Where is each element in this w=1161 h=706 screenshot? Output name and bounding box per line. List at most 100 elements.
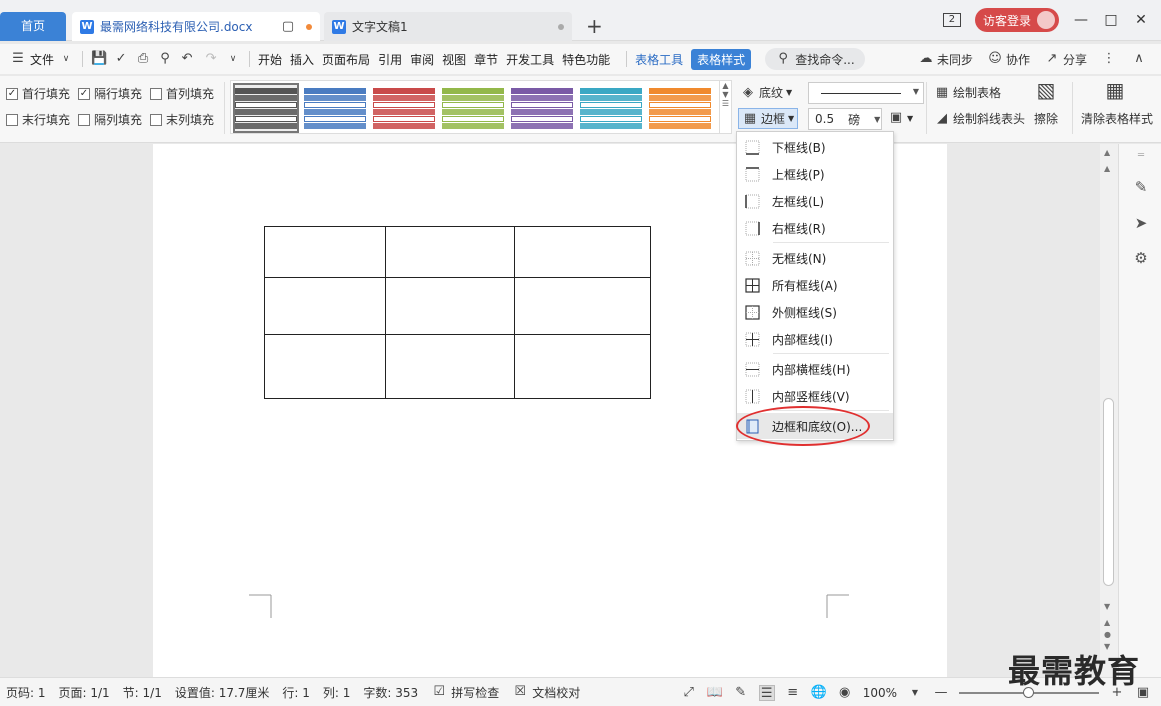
draw-table-button[interactable]: ▦ 绘制表格 xyxy=(934,84,1001,101)
status-column[interactable]: 列: 1 xyxy=(323,684,351,701)
page-select-icon[interactable]: ● xyxy=(1104,630,1111,639)
redo-icon[interactable]: ↷ xyxy=(203,51,219,67)
erase-button[interactable]: ▧ 擦除 xyxy=(1034,80,1058,127)
tab-document-2[interactable]: W 文字文稿1 xyxy=(324,12,572,41)
table-style-tile[interactable] xyxy=(373,85,435,131)
collapse-ribbon-icon[interactable]: ∧ xyxy=(1131,51,1147,67)
checkbox-first-column[interactable]: 首列填充 xyxy=(150,85,214,102)
menu-item-left-border[interactable]: 左框线(L) xyxy=(737,188,893,214)
window-count-badge[interactable]: 2 xyxy=(942,13,961,27)
panel-handle-icon[interactable]: ═ xyxy=(1131,150,1151,170)
new-tab-button[interactable]: + xyxy=(586,14,603,38)
page-view-icon[interactable]: ☰ xyxy=(758,684,775,701)
menu-item-right-border[interactable]: 右框线(R) xyxy=(737,215,893,241)
menu-table-tools[interactable]: 表格工具 xyxy=(635,51,683,68)
spell-check-button[interactable]: ☑ 拼写检查 xyxy=(431,684,499,701)
checkbox-first-row[interactable]: ✓ 首行填充 xyxy=(6,85,70,102)
menu-item-inside-horizontal[interactable]: 内部横框线(H) xyxy=(737,356,893,382)
file-menu[interactable]: ☰ 文件 ∨ xyxy=(10,51,74,68)
table-cell[interactable] xyxy=(514,226,651,278)
scrollbar-thumb[interactable] xyxy=(1103,398,1114,586)
scroll-down-arrow-icon[interactable]: ▼ xyxy=(1104,602,1110,611)
share-button[interactable]: ↗ 分享 xyxy=(1044,51,1087,68)
menu-start[interactable]: 开始 xyxy=(258,51,282,68)
collab-button[interactable]: ☺ 协作 xyxy=(987,51,1030,68)
checkbox-banded-rows[interactable]: ✓ 隔行填充 xyxy=(78,85,142,102)
sync-button[interactable]: ☁ 未同步 xyxy=(918,51,973,68)
status-word-count[interactable]: 字数: 353 xyxy=(363,684,418,701)
eye-protection-icon[interactable]: ◉ xyxy=(837,685,853,701)
menu-item-inside-borders[interactable]: 内部框线(I) xyxy=(737,326,893,352)
draw-diagonal-button[interactable]: ◢ 绘制斜线表头 xyxy=(934,110,1025,127)
doc-proof-button[interactable]: ☒ 文档校对 xyxy=(512,684,580,701)
table-cell[interactable] xyxy=(385,277,515,335)
menu-features[interactable]: 特色功能 xyxy=(562,51,610,68)
zoom-out-icon[interactable]: — xyxy=(933,685,949,701)
border-button[interactable]: ▦ 边框 ▼ xyxy=(738,108,799,129)
menu-insert[interactable]: 插入 xyxy=(290,51,314,68)
menu-view[interactable]: 视图 xyxy=(442,51,466,68)
zoom-dropdown-icon[interactable]: ▼ xyxy=(907,685,923,701)
monitor-icon[interactable]: ▢ xyxy=(280,19,296,35)
table-cell[interactable] xyxy=(264,334,386,399)
status-page-number[interactable]: 页码: 1 xyxy=(6,684,46,701)
status-section[interactable]: 节: 1/1 xyxy=(123,684,162,701)
menu-table-style[interactable]: 表格样式 xyxy=(691,48,752,70)
fullscreen-icon[interactable]: ⤢ xyxy=(681,685,697,701)
menu-item-no-border[interactable]: 无框线(N) xyxy=(737,245,893,271)
table-style-tile[interactable] xyxy=(580,85,642,131)
edit-pen-icon[interactable]: ✎ xyxy=(1131,178,1151,198)
checkbox-last-row[interactable]: 末行填充 xyxy=(6,111,70,128)
table-style-tile[interactable] xyxy=(304,85,366,131)
menu-item-outside-borders[interactable]: 外侧框线(S) xyxy=(737,299,893,325)
print-preview-icon[interactable]: ⚲ xyxy=(157,51,173,67)
outline-view-icon[interactable]: ≡ xyxy=(785,685,801,701)
close-icon[interactable]: ✕ xyxy=(1133,12,1149,28)
table-cell[interactable] xyxy=(514,277,651,335)
tab-home[interactable]: 首页 xyxy=(0,12,66,41)
pointer-icon[interactable]: ➤ xyxy=(1131,214,1151,234)
line-style-select[interactable]: ▼ xyxy=(808,82,924,104)
tab-close-dot-icon[interactable] xyxy=(558,23,564,30)
menu-page-layout[interactable]: 页面布局 xyxy=(322,51,370,68)
read-mode-icon[interactable]: 📖 xyxy=(707,685,723,701)
prev-page-icon[interactable]: ▲ xyxy=(1104,618,1110,627)
menu-reference[interactable]: 引用 xyxy=(378,51,402,68)
menu-item-all-borders[interactable]: 所有框线(A) xyxy=(737,272,893,298)
menu-item-top-border[interactable]: 上框线(P) xyxy=(737,161,893,187)
more-chevron-icon[interactable]: ∨ xyxy=(225,51,241,67)
vertical-scrollbar[interactable]: ▲ ▲ ▼ ▲ ● ▼ xyxy=(1100,144,1118,677)
command-search[interactable]: ⚲ 查找命令... xyxy=(765,48,865,70)
write-mode-icon[interactable]: ✎ xyxy=(733,685,749,701)
status-pages[interactable]: 页面: 1/1 xyxy=(59,684,110,701)
checkbox-banded-columns[interactable]: 隔列填充 xyxy=(78,111,142,128)
table-cell[interactable] xyxy=(385,334,515,399)
table-style-tile[interactable] xyxy=(233,83,299,133)
table-cell[interactable] xyxy=(514,334,651,399)
zoom-level[interactable]: 100% xyxy=(863,686,897,700)
pen-color-button[interactable]: ▣ ▼ xyxy=(888,110,913,126)
table-cell[interactable] xyxy=(385,226,515,278)
table-cell[interactable] xyxy=(264,226,386,278)
format-painter-icon[interactable]: ✓ xyxy=(113,51,129,67)
minimize-icon[interactable]: — xyxy=(1073,12,1089,28)
save-icon[interactable]: 💾 xyxy=(91,51,107,67)
scroll-up-arrow-icon[interactable]: ▲ xyxy=(1104,164,1110,173)
checkbox-last-column[interactable]: 末列填充 xyxy=(150,111,214,128)
clear-style-button[interactable]: ▦ 清除表格样式 xyxy=(1081,82,1161,127)
table-style-tile[interactable] xyxy=(649,85,711,131)
tab-document-1[interactable]: W 最需网络科技有限公司.docx ▢ xyxy=(72,12,320,41)
menu-item-bottom-border[interactable]: 下框线(B) xyxy=(737,134,893,160)
scroll-up-icon[interactable]: ▲ xyxy=(1104,148,1110,157)
table-style-tile[interactable] xyxy=(511,85,573,131)
more-options-icon[interactable]: ⋮ xyxy=(1101,51,1117,67)
unsaved-dot-icon[interactable] xyxy=(306,23,312,30)
maximize-icon[interactable]: □ xyxy=(1103,12,1119,28)
menu-item-inside-vertical[interactable]: 内部竖框线(V) xyxy=(737,383,893,409)
table-cell[interactable] xyxy=(264,277,386,335)
visitor-login-button[interactable]: 访客登录 xyxy=(974,8,1059,32)
menu-chapter[interactable]: 章节 xyxy=(474,51,498,68)
document-table[interactable] xyxy=(264,226,651,399)
settings-sliders-icon[interactable]: ⚙ xyxy=(1131,249,1151,269)
gallery-expand-icon[interactable]: ▲ ▼ ☰ xyxy=(719,81,731,133)
